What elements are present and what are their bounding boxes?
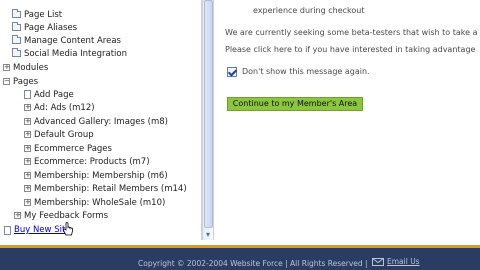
tree-item-label: Ad: Ads (m12) xyxy=(34,102,95,113)
email-us-link-row[interactable]: Email Us xyxy=(372,257,420,266)
expand-plus-icon[interactable]: + xyxy=(14,212,21,219)
tree-item-label: Ecommerce: Products (m7) xyxy=(34,156,150,167)
expand-plus-icon[interactable]: + xyxy=(24,131,31,138)
tree-item-label: Pages xyxy=(13,76,39,87)
tree-item-advanced-gallery[interactable]: + Advanced Gallery: Images (m8) xyxy=(24,115,168,128)
expand-plus-icon[interactable]: + xyxy=(24,172,31,179)
collapse-minus-icon[interactable]: − xyxy=(3,78,10,85)
tree-item-label: Page Aliases xyxy=(24,22,78,33)
email-icon xyxy=(372,257,384,266)
tree-item-default-group[interactable]: + Default Group xyxy=(24,128,94,141)
tree-item-retail-members[interactable]: + Membership: Retail Members (m14) xyxy=(24,182,187,195)
page-icon xyxy=(4,225,11,235)
email-us-link[interactable]: Email Us xyxy=(387,257,420,266)
folder-icon xyxy=(12,22,21,31)
tree-item-label: Membership: WholeSale (m10) xyxy=(34,197,166,208)
tree-item-feedback-forms[interactable]: + My Feedback Forms xyxy=(14,209,108,222)
tree-item-label: Advanced Gallery: Images (m8) xyxy=(34,116,168,127)
site-tree-panel: Page List Page Aliases Manage Content Ar… xyxy=(0,0,201,240)
tree-item-label: Membership: Membership (m6) xyxy=(34,170,168,181)
expand-plus-icon[interactable]: + xyxy=(24,145,31,152)
tree-item-membership[interactable]: + Membership: Membership (m6) xyxy=(24,169,168,182)
message-line-3: Please click here to if you have interes… xyxy=(225,45,476,54)
tree-item-label: Social Media Integration xyxy=(24,48,127,59)
page-icon xyxy=(24,90,31,99)
folder-icon xyxy=(12,48,21,57)
tree-item-label: My Feedback Forms xyxy=(24,210,109,221)
tree-item-wholesale[interactable]: + Membership: WholeSale (m10) xyxy=(24,196,165,209)
buy-new-site-link-row[interactable]: Buy New Site xyxy=(4,224,71,236)
dont-show-again-label: Don't show this message again. xyxy=(242,67,370,76)
folder-icon xyxy=(12,35,21,44)
continue-members-area-button[interactable]: Continue to my Member's Area xyxy=(227,97,363,111)
expand-plus-icon[interactable]: + xyxy=(24,199,31,206)
tree-item-label: Modules xyxy=(13,62,49,73)
tree-item-ads[interactable]: + Ad: Ads (m12) xyxy=(24,101,95,114)
hand-cursor-icon xyxy=(62,222,73,236)
tree-item-ecommerce-pages[interactable]: + Ecommerce Pages xyxy=(24,142,112,155)
footer-copyright: Copyright © 2002-2004 Website Force | Al… xyxy=(138,259,368,268)
scrollbar-thumb[interactable] xyxy=(204,0,213,228)
tree-item-label: Membership: Retail Members (m14) xyxy=(34,183,187,194)
message-line-2: We are currently seeking some beta-teste… xyxy=(225,28,478,37)
tree-item-label: Ecommerce Pages xyxy=(34,143,112,154)
scroll-down-arrow-icon[interactable]: ▾ xyxy=(203,230,213,240)
expand-plus-icon[interactable]: + xyxy=(24,104,31,111)
tree-item-page-list[interactable]: Page List xyxy=(12,8,62,21)
tree-item-page-aliases[interactable]: Page Aliases xyxy=(12,21,77,34)
tree-item-modules[interactable]: + Modules xyxy=(3,61,48,74)
tree-item-ecommerce-products[interactable]: + Ecommerce: Products (m7) xyxy=(24,155,150,168)
tree-item-label: Manage Content Areas xyxy=(24,35,121,46)
expand-plus-icon[interactable]: + xyxy=(24,185,31,192)
vertical-scrollbar[interactable]: ▾ xyxy=(202,0,214,240)
tree-item-label: Add Page xyxy=(34,89,74,100)
expand-plus-icon[interactable]: + xyxy=(24,158,31,165)
expand-plus-icon[interactable]: + xyxy=(3,64,10,71)
tree-item-add-page[interactable]: Add Page xyxy=(24,88,74,101)
tree-item-social-media[interactable]: Social Media Integration xyxy=(12,47,127,60)
dont-show-again-checkbox[interactable] xyxy=(227,67,237,77)
tree-item-manage-content-areas[interactable]: Manage Content Areas xyxy=(12,34,121,47)
expand-plus-icon[interactable]: + xyxy=(24,118,31,125)
tree-item-label: Default Group xyxy=(34,129,94,140)
tree-item-label: Page List xyxy=(24,9,63,20)
tree-item-pages[interactable]: − Pages xyxy=(3,75,38,88)
message-line-1: experience during checkout xyxy=(253,6,365,15)
folder-icon xyxy=(12,9,21,18)
main-content: experience during checkout We are curren… xyxy=(215,0,480,240)
